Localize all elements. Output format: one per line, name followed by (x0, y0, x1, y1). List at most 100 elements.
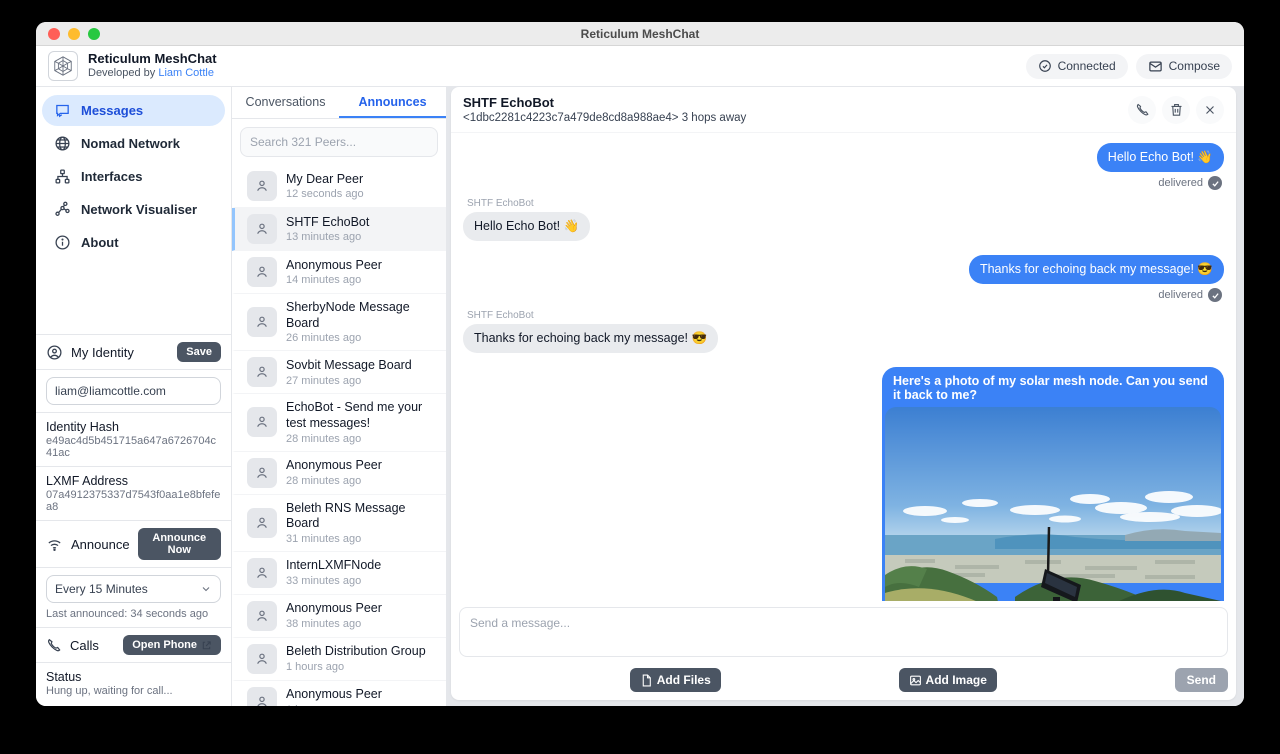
peer-announce-time: 14 minutes ago (286, 274, 382, 286)
chat-peer-address: <1dbc2281c4223c7a479de8cd8a988ae4> 3 hop… (463, 112, 746, 124)
titlebar: Reticulum MeshChat (36, 22, 1244, 46)
identity-hash-label: Identity Hash (46, 420, 221, 434)
message-bubble: Thanks for echoing back my message! 😎 (463, 324, 718, 353)
external-link-icon (201, 640, 212, 651)
sidebar-item-interfaces[interactable]: Interfaces (42, 161, 225, 192)
message-list[interactable]: Hello Echo Bot! 👋 delivered SHTF EchoBot… (451, 133, 1236, 601)
outgoing-message: Thanks for echoing back my message! 😎 de… (969, 255, 1224, 302)
peer-announce-time: 33 minutes ago (286, 575, 381, 587)
peer-list[interactable]: My Dear Peer12 seconds agoSHTF EchoBot13… (232, 165, 446, 706)
save-button[interactable]: Save (177, 342, 221, 362)
wifi-icon (46, 536, 63, 553)
developed-by-prefix: Developed by (88, 67, 155, 79)
peer-search-input[interactable] (240, 127, 438, 157)
send-button[interactable]: Send (1175, 668, 1228, 692)
close-chat-button[interactable] (1196, 96, 1224, 124)
peer-list-item[interactable]: Beleth RNS Message Board31 minutes ago (232, 495, 446, 552)
add-files-label: Add Files (657, 673, 711, 687)
phone-icon (1135, 102, 1150, 117)
interfaces-icon (54, 168, 71, 185)
sidebar-item-label: Nomad Network (81, 136, 180, 151)
tab-announces[interactable]: Announces (339, 87, 446, 118)
close-icon (1203, 103, 1217, 117)
peers-panel: Conversations Announces My Dear Peer12 s… (232, 87, 447, 706)
identity-panel: My Identity Save Identity Hash e49ac4d5b… (36, 334, 231, 706)
person-avatar-icon (247, 687, 277, 706)
peer-name: Anonymous Peer (286, 687, 382, 703)
peer-announce-time: 27 minutes ago (286, 375, 412, 387)
peer-name: SherbyNode Message Board (286, 300, 436, 331)
peer-list-item[interactable]: Anonymous Peer28 minutes ago (232, 452, 446, 495)
peer-name: EchoBot - Send me your test messages! (286, 400, 436, 431)
peer-list-item[interactable]: My Dear Peer12 seconds ago (232, 165, 446, 208)
trash-icon (1169, 102, 1184, 117)
attached-photo[interactable] (885, 407, 1221, 601)
peer-list-item[interactable]: InternLXMFNode33 minutes ago (232, 552, 446, 595)
person-avatar-icon (247, 357, 277, 387)
incoming-message: SHTF EchoBot Hello Echo Bot! 👋 (463, 198, 590, 241)
calls-title: Calls (70, 638, 99, 653)
phone-icon (46, 637, 62, 653)
add-files-button[interactable]: Add Files (630, 668, 721, 692)
sidebar-item-nomad-network[interactable]: Nomad Network (42, 128, 225, 159)
sidebar-item-label: About (81, 235, 119, 250)
open-phone-button[interactable]: Open Phone (123, 635, 221, 655)
check-circle-icon (1038, 59, 1052, 73)
my-identity-title: My Identity (71, 345, 134, 360)
person-avatar-icon (247, 257, 277, 287)
lxmf-address-label: LXMF Address (46, 474, 221, 488)
peer-list-item[interactable]: Beleth Distribution Group1 hours ago (232, 638, 446, 681)
announce-interval-select[interactable]: Every 15 Minutes (46, 575, 221, 603)
peers-tabs: Conversations Announces (232, 87, 446, 119)
person-avatar-icon (247, 214, 277, 244)
developer-link[interactable]: Liam Cottle (158, 67, 214, 79)
chat-panel: SHTF EchoBot <1dbc2281c4223c7a479de8cd8a… (451, 87, 1236, 700)
peer-name: Sovbit Message Board (286, 358, 412, 374)
connected-status-badge[interactable]: Connected (1026, 54, 1128, 79)
announce-title: Announce (71, 537, 130, 552)
add-image-button[interactable]: Add Image (899, 668, 997, 692)
call-status-value: Hung up, waiting for call... (46, 685, 221, 697)
peer-announce-time: 1 hours ago (286, 661, 426, 673)
peer-name: SHTF EchoBot (286, 215, 369, 231)
peer-name: Beleth Distribution Group (286, 644, 426, 660)
app-header: Reticulum MeshChat Developed by Liam Cot… (36, 46, 1244, 87)
sidebar-item-label: Network Visualiser (81, 202, 197, 217)
message-bubble: Thanks for echoing back my message! 😎 (969, 255, 1224, 284)
peer-announce-time: 1 hours ago (286, 704, 382, 706)
delivered-label: delivered (1158, 177, 1203, 189)
person-avatar-icon (247, 644, 277, 674)
delivered-check-icon (1208, 176, 1222, 190)
peer-list-item[interactable]: Anonymous Peer14 minutes ago (232, 251, 446, 294)
peer-list-item[interactable]: SHTF EchoBot13 minutes ago (232, 208, 446, 251)
announce-now-button[interactable]: Announce Now (138, 528, 221, 560)
open-phone-label: Open Phone (132, 639, 197, 651)
person-avatar-icon (247, 601, 277, 631)
person-avatar-icon (247, 508, 277, 538)
delete-conversation-button[interactable] (1162, 96, 1190, 124)
peer-list-item[interactable]: Sovbit Message Board27 minutes ago (232, 351, 446, 394)
sidebar-item-messages[interactable]: Messages (42, 95, 225, 126)
peer-list-item[interactable]: SherbyNode Message Board26 minutes ago (232, 294, 446, 351)
sidebar-item-network-visualiser[interactable]: Network Visualiser (42, 194, 225, 225)
identity-name-input[interactable] (46, 377, 221, 405)
chat-peer-name: SHTF EchoBot (463, 95, 746, 110)
peer-announce-time: 28 minutes ago (286, 433, 436, 445)
identity-hash-value: e49ac4d5b451715a647a6726704c41ac (46, 435, 221, 459)
peer-list-item[interactable]: Anonymous Peer1 hours ago (232, 681, 446, 706)
chat-header: SHTF EchoBot <1dbc2281c4223c7a479de8cd8a… (451, 87, 1236, 133)
person-avatar-icon (247, 407, 277, 437)
peer-announce-time: 38 minutes ago (286, 618, 382, 630)
peer-list-item[interactable]: Anonymous Peer38 minutes ago (232, 595, 446, 638)
message-sender-label: SHTF EchoBot (467, 198, 590, 209)
message-sender-label: SHTF EchoBot (467, 310, 718, 321)
peer-list-item[interactable]: EchoBot - Send me your test messages! 28 … (232, 394, 446, 451)
call-peer-button[interactable] (1128, 96, 1156, 124)
chat-bubble-icon (54, 102, 71, 119)
peer-name: Anonymous Peer (286, 458, 382, 474)
tab-conversations[interactable]: Conversations (232, 87, 339, 118)
message-input[interactable] (459, 607, 1228, 657)
peer-announce-time: 31 minutes ago (286, 533, 436, 545)
sidebar-item-about[interactable]: About (42, 227, 225, 258)
compose-button[interactable]: Compose (1136, 54, 1232, 79)
